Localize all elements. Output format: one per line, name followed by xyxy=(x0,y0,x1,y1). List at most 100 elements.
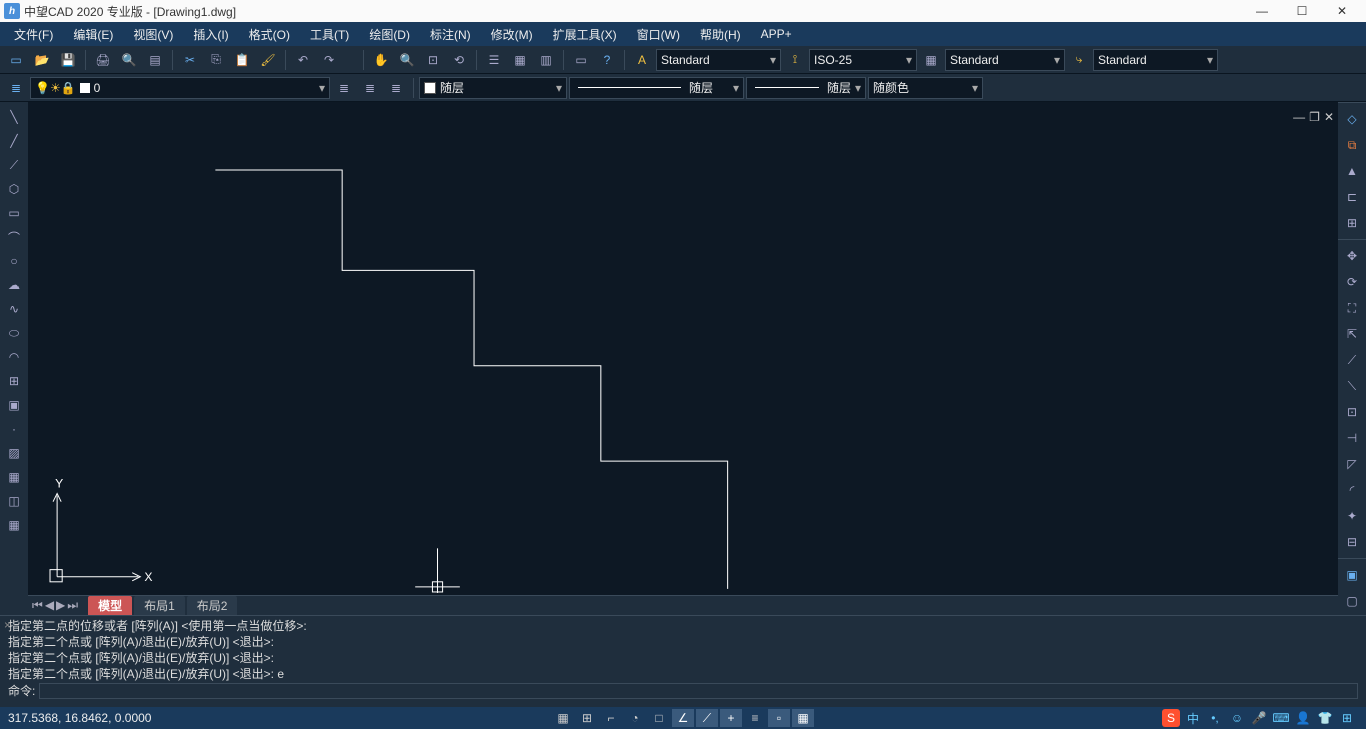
layer-dropdown[interactable]: 💡 ☀ 🔒 0 ▾ xyxy=(30,77,330,99)
tab-model[interactable]: 模型 xyxy=(88,596,132,615)
vp-close-icon[interactable]: ✕ xyxy=(1324,110,1334,124)
rotate-icon[interactable]: ⟳ xyxy=(1340,270,1364,294)
menu-extend[interactable]: 扩展工具(X) xyxy=(543,22,627,46)
ime-lang-icon[interactable]: 中 xyxy=(1184,709,1202,727)
polar-icon[interactable]: ◔ xyxy=(624,709,646,727)
menu-draw[interactable]: 绘图(D) xyxy=(359,22,420,46)
line-icon[interactable]: ╲ xyxy=(3,106,25,128)
break-icon[interactable]: ⊡ xyxy=(1340,400,1364,424)
fillet-icon[interactable]: ◜ xyxy=(1340,478,1364,502)
cmd-close-icon[interactable]: × xyxy=(4,618,16,632)
text-style-dropdown[interactable]: Standard ▾ xyxy=(656,49,781,71)
erase-icon[interactable]: ◇ xyxy=(1340,107,1364,131)
ime-sogou-icon[interactable]: S xyxy=(1162,709,1180,727)
minimize-button[interactable]: — xyxy=(1242,0,1282,22)
table-style-icon[interactable]: ▦ xyxy=(919,48,943,72)
zoom-realtime-icon[interactable]: 🔍 xyxy=(395,48,419,72)
menu-edit[interactable]: 编辑(E) xyxy=(63,22,123,46)
ime-skin-icon[interactable]: 👕 xyxy=(1316,709,1334,727)
copy-obj-icon[interactable]: ⧉ xyxy=(1340,133,1364,157)
properties-icon[interactable]: ☰ xyxy=(482,48,506,72)
print-preview-icon[interactable]: 🔍 xyxy=(117,48,141,72)
ime-punct-icon[interactable]: •, xyxy=(1206,709,1224,727)
ungroup-icon[interactable]: ▢ xyxy=(1340,589,1364,613)
layer-props-icon[interactable]: ≣ xyxy=(384,76,408,100)
zoom-window-icon[interactable]: ⊡ xyxy=(421,48,445,72)
drawing-canvas[interactable]: Y X — ❐ ✕ xyxy=(28,102,1338,595)
cut-icon[interactable]: ✂ xyxy=(178,48,202,72)
calculator-icon[interactable]: ▭ xyxy=(569,48,593,72)
ime-keyboard-icon[interactable]: ⌨ xyxy=(1272,709,1290,727)
dyn-input-icon[interactable]: ⟋ xyxy=(696,709,718,727)
tab-last-icon[interactable]: ⏭ xyxy=(67,598,78,613)
ime-settings-icon[interactable]: ⊞ xyxy=(1338,709,1356,727)
color-dropdown[interactable]: 随层 ▾ xyxy=(419,77,567,99)
lineweight-toggle-icon[interactable]: + xyxy=(720,709,742,727)
menu-help[interactable]: 帮助(H) xyxy=(690,22,751,46)
tab-next-icon[interactable]: ▶ xyxy=(56,598,65,613)
xline-icon[interactable]: ╱ xyxy=(3,130,25,152)
zoom-previous-icon[interactable]: ⟲ xyxy=(447,48,471,72)
menu-format[interactable]: 格式(O) xyxy=(239,22,300,46)
copy-icon[interactable]: ⎘ xyxy=(204,48,228,72)
table-icon[interactable]: ▦ xyxy=(3,514,25,536)
gradient-icon[interactable]: ▦ xyxy=(3,466,25,488)
grid-display-icon[interactable]: ⊞ xyxy=(576,709,598,727)
arc-icon[interactable]: ⌒ xyxy=(3,226,25,248)
close-button[interactable]: ✕ xyxy=(1322,0,1362,22)
menu-window[interactable]: 窗口(W) xyxy=(627,22,690,46)
spline-icon[interactable]: ∿ xyxy=(3,298,25,320)
join-icon[interactable]: ⊣ xyxy=(1340,426,1364,450)
pan-icon[interactable]: ✋ xyxy=(369,48,393,72)
menu-modify[interactable]: 修改(M) xyxy=(481,22,543,46)
chamfer-icon[interactable]: ◸ xyxy=(1340,452,1364,476)
circle-icon[interactable]: ○ xyxy=(3,250,25,272)
ime-mic-icon[interactable]: 🎤 xyxy=(1250,709,1268,727)
group-icon[interactable]: ▣ xyxy=(1340,563,1364,587)
plotstyle-dropdown[interactable]: 随颜色 ▾ xyxy=(868,77,983,99)
layer-state-icon[interactable]: ≣ xyxy=(332,76,356,100)
rectangle-icon[interactable]: ▭ xyxy=(3,202,25,224)
tab-layout1[interactable]: 布局1 xyxy=(134,596,185,615)
polyline-icon[interactable]: ⟋ xyxy=(3,154,25,176)
explode-icon[interactable]: ✦ xyxy=(1340,504,1364,528)
ortho-icon[interactable]: ⌐ xyxy=(600,709,622,727)
cycle-icon[interactable]: ▫ xyxy=(768,709,790,727)
mirror-icon[interactable]: ▲ xyxy=(1340,159,1364,183)
vp-minimize-icon[interactable]: — xyxy=(1293,110,1305,124)
layer-previous-icon[interactable]: ≣ xyxy=(358,76,382,100)
lineweight-dropdown[interactable]: 随层 ▾ xyxy=(746,77,866,99)
revcloud-icon[interactable]: ☁ xyxy=(3,274,25,296)
stretch-icon[interactable]: ⇱ xyxy=(1340,322,1364,346)
mleader-style-icon[interactable]: ⤷ xyxy=(1067,48,1091,72)
save-file-icon[interactable]: 💾 xyxy=(56,48,80,72)
text-style-icon[interactable]: A xyxy=(630,48,654,72)
otrack-icon[interactable]: ∠ xyxy=(672,709,694,727)
menu-dimension[interactable]: 标注(N) xyxy=(420,22,481,46)
layer-manager-icon[interactable]: ≣ xyxy=(4,76,28,100)
open-file-icon[interactable]: 📂 xyxy=(30,48,54,72)
offset-icon[interactable]: ⊏ xyxy=(1340,185,1364,209)
insert-block-icon[interactable]: ⊞ xyxy=(3,370,25,392)
paste-icon[interactable]: 📋 xyxy=(230,48,254,72)
mleader-style-dropdown[interactable]: Standard ▾ xyxy=(1093,49,1218,71)
table-style-dropdown[interactable]: Standard ▾ xyxy=(945,49,1065,71)
hatch-icon[interactable]: ▨ xyxy=(3,442,25,464)
maximize-button[interactable]: ☐ xyxy=(1282,0,1322,22)
polygon-icon[interactable]: ⬡ xyxy=(3,178,25,200)
publish-icon[interactable]: ▤ xyxy=(143,48,167,72)
ime-emoji-icon[interactable]: ☺ xyxy=(1228,709,1246,727)
array-icon[interactable]: ⊞ xyxy=(1340,211,1364,235)
menu-view[interactable]: 视图(V) xyxy=(123,22,183,46)
vp-restore-icon[interactable]: ❐ xyxy=(1309,110,1320,124)
tab-layout2[interactable]: 布局2 xyxy=(187,596,238,615)
tool-palette-icon[interactable]: ▥ xyxy=(534,48,558,72)
tab-first-icon[interactable]: ⏮ xyxy=(32,598,43,613)
annotation-icon[interactable]: ▦ xyxy=(792,709,814,727)
ime-person-icon[interactable]: 👤 xyxy=(1294,709,1312,727)
move-icon[interactable]: ✥ xyxy=(1340,244,1364,268)
menu-file[interactable]: 文件(F) xyxy=(4,22,63,46)
model-space-icon[interactable]: ≡ xyxy=(744,709,766,727)
menu-insert[interactable]: 插入(I) xyxy=(183,22,238,46)
menu-tools[interactable]: 工具(T) xyxy=(300,22,359,46)
